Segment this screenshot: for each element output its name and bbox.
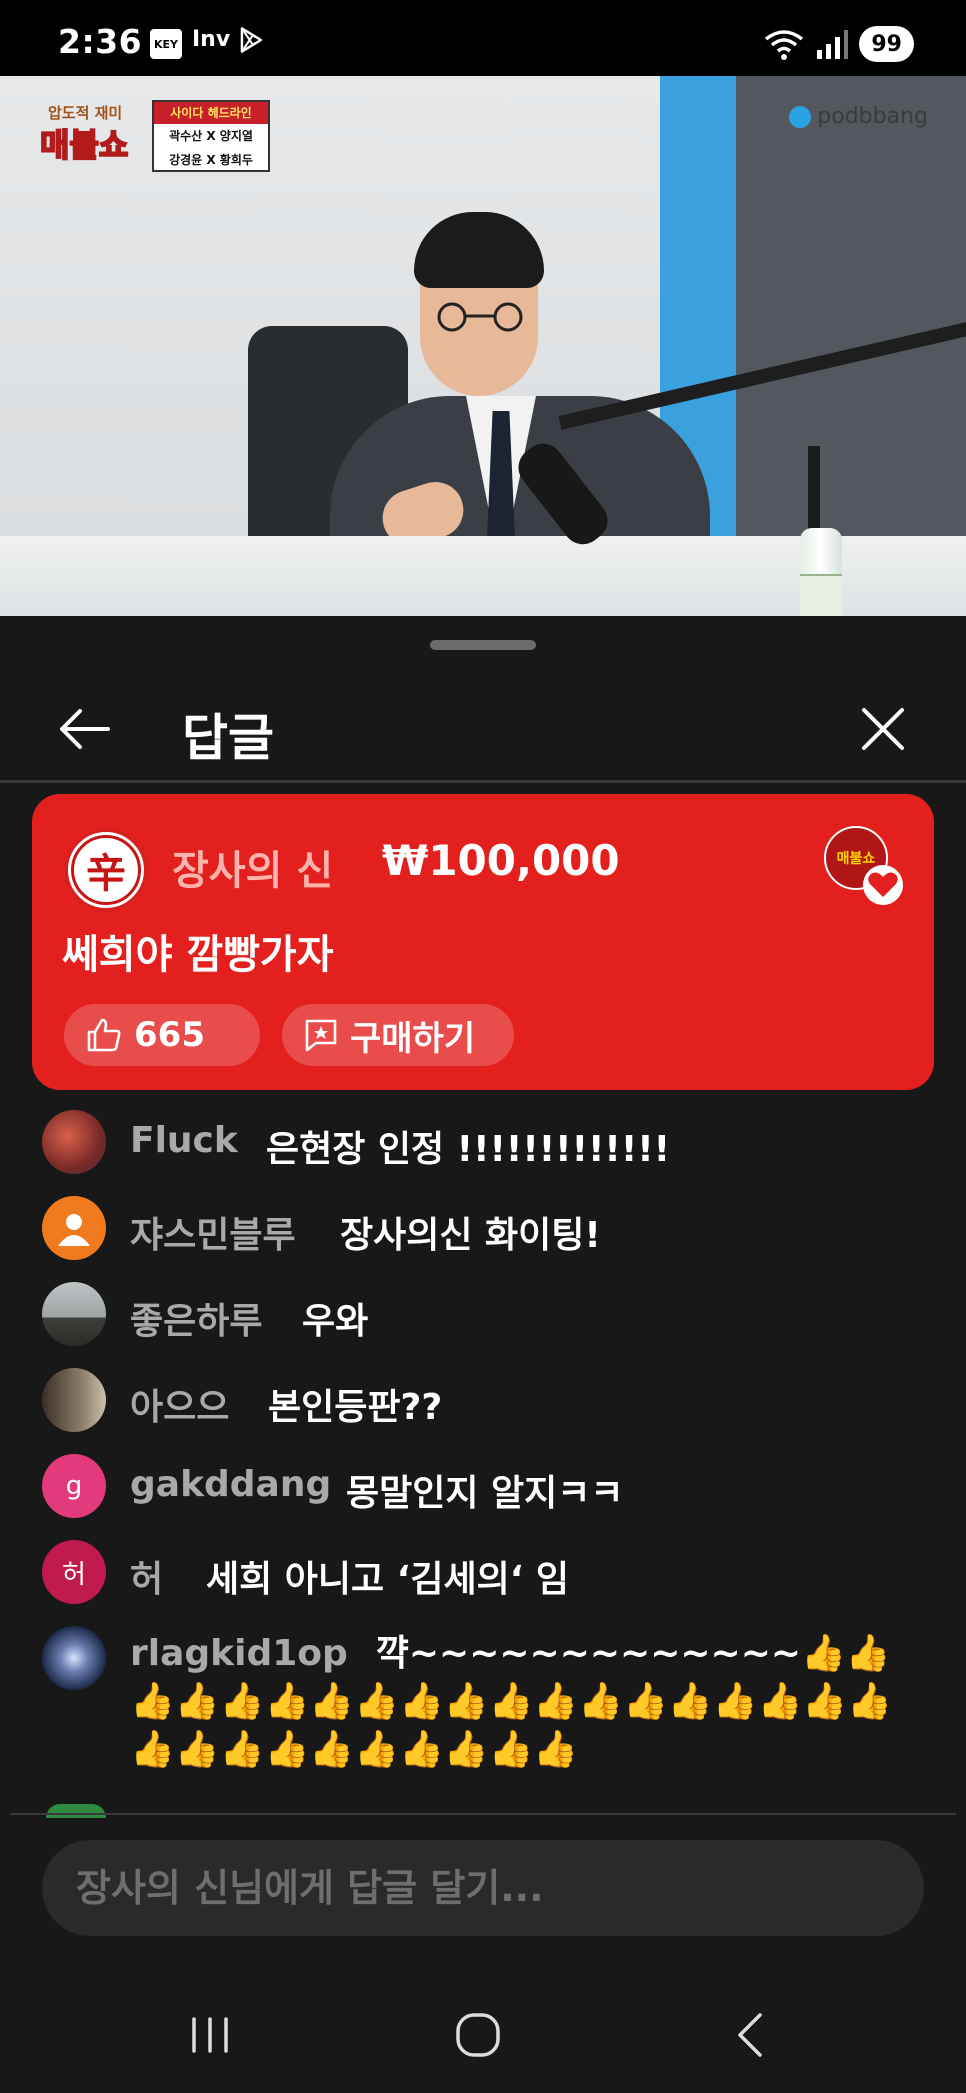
- glasses-icon: [437, 302, 523, 332]
- avatar[interactable]: [42, 1196, 106, 1260]
- reply-input[interactable]: [42, 1840, 924, 1936]
- header-divider: [0, 780, 966, 783]
- comment-text: 장사의신 화이팅!: [340, 1215, 601, 1256]
- avatar: [46, 1804, 106, 1818]
- avatar[interactable]: [42, 1282, 106, 1346]
- video-player[interactable]: 압도적 재미 매불쇼 사이다 헤드라인 곽수산 X 양지열 강경윤 X 황희두 …: [0, 76, 966, 616]
- replies-sheet: 답글 辛 장사의 신 ₩100,000 매불쇼 쎄희야 깜빵가자 665 구매하…: [0, 616, 966, 2093]
- back-chevron-icon: [738, 2012, 762, 2057]
- thumbs-up-icon: [87, 1018, 121, 1052]
- comment-text: 은현장 인정 !!!!!!!!!!!!!: [266, 1129, 671, 1170]
- water-bottle-label: [800, 574, 842, 616]
- donor-avatar-char: 辛: [71, 835, 141, 905]
- recent-apps-button[interactable]: [170, 1976, 250, 2093]
- close-icon[interactable]: [860, 706, 906, 752]
- donation-card: 辛 장사의 신 ₩100,000 매불쇼 쎄희야 깜빵가자 665 구매하기: [32, 794, 934, 1090]
- headline-badge-guests-2: 강경윤 X 황희두: [169, 153, 253, 167]
- comment-author[interactable]: rlagkid1op: [130, 1633, 348, 1674]
- show-logo-title: 매불쇼: [39, 125, 129, 165]
- channel-watermark-text: podbbang: [817, 104, 928, 129]
- comment-text: 본인등판??: [268, 1387, 443, 1428]
- key-app-icon: KEY: [150, 29, 182, 59]
- sheet-title: 답글: [182, 709, 274, 767]
- studio-backdrop: [736, 76, 966, 616]
- avatar[interactable]: g: [42, 1454, 106, 1518]
- channel-heart-badge: 매불쇼: [824, 826, 904, 906]
- headline-badge-guests-1: 곽수산 X 양지열: [169, 129, 253, 143]
- podbbang-icon: [789, 105, 812, 128]
- input-divider: [10, 1813, 956, 1815]
- person-icon: [58, 1214, 90, 1246]
- channel-watermark: podbbang: [789, 104, 928, 129]
- donation-message: 쎄희야 깜빵가자: [62, 932, 334, 978]
- reply-input-container[interactable]: [42, 1840, 924, 1936]
- comment-author[interactable]: 좋은하루: [130, 1292, 262, 1344]
- wifi-icon: [765, 30, 804, 60]
- status-time: 2:36: [58, 22, 143, 61]
- buy-label: 구매하기: [350, 1018, 476, 1059]
- comment-author[interactable]: 허: [130, 1550, 163, 1602]
- like-button[interactable]: 665: [64, 1004, 260, 1066]
- inv-app-icon: Inv: [192, 27, 231, 52]
- comment-text: 몽말인지 알지ㅋㅋ: [346, 1473, 624, 1514]
- signal-icon: [817, 30, 849, 59]
- recent-apps-icon: [192, 2016, 228, 2053]
- buy-button[interactable]: 구매하기: [282, 1004, 514, 1066]
- donation-amount: ₩100,000: [382, 836, 620, 885]
- status-right: 99: [763, 26, 914, 62]
- back-button[interactable]: [710, 1976, 790, 2093]
- comment-author[interactable]: 아으으: [130, 1378, 229, 1430]
- home-icon: [456, 2012, 500, 2057]
- star-message-icon: [305, 1019, 337, 1052]
- comment-text: 세희 아니고 ‘김세의‘ 임: [206, 1559, 570, 1600]
- comment-author[interactable]: gakddang: [130, 1464, 331, 1505]
- headline-badge-title: 사이다 헤드라인: [154, 102, 268, 124]
- sheet-header: 답글: [0, 676, 966, 782]
- play-store-icon: [240, 27, 263, 53]
- comment-author[interactable]: Fluck: [130, 1120, 238, 1161]
- back-arrow-icon[interactable]: [56, 704, 112, 754]
- comment-text: 우와: [302, 1301, 369, 1342]
- show-logo: 압도적 재미 매불쇼: [39, 102, 152, 180]
- avatar[interactable]: 허: [42, 1540, 106, 1604]
- avatar[interactable]: [42, 1368, 106, 1432]
- like-count: 665: [134, 1015, 205, 1055]
- headline-badge: 사이다 헤드라인 곽수산 X 양지열 강경윤 X 황희두: [152, 100, 270, 172]
- donor-name[interactable]: 장사의 신: [172, 838, 333, 896]
- comment-body: rlagkid1op 꺅~~~~~~~~~~~~~👍👍👍👍👍👍👍👍👍👍👍👍👍👍👍👍…: [130, 1630, 930, 1774]
- comment-author[interactable]: 쟈스민블루: [130, 1206, 296, 1258]
- donor-avatar[interactable]: 辛: [64, 828, 148, 912]
- battery-indicator: 99: [859, 26, 914, 62]
- heart-icon: [863, 865, 903, 905]
- avatar[interactable]: [42, 1626, 106, 1690]
- system-nav-bar: [0, 1976, 966, 2093]
- status-bar: 2:36 KEY Inv 99: [0, 0, 966, 76]
- home-button[interactable]: [438, 1976, 518, 2093]
- sheet-drag-handle[interactable]: [430, 640, 536, 650]
- avatar[interactable]: [42, 1110, 106, 1174]
